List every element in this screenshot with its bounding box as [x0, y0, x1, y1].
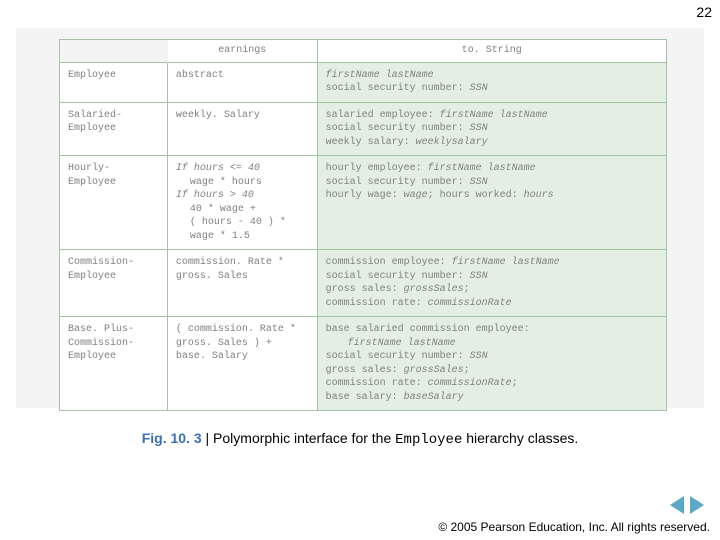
- table-row: Commission-Employeecommission. Rate *gro…: [60, 250, 667, 317]
- header-earnings: earnings: [168, 40, 318, 63]
- tostring-cell: salaried employee: firstName lastNamesoc…: [318, 103, 667, 157]
- caption-post: hierarchy classes.: [462, 430, 578, 446]
- prev-arrow-icon[interactable]: [670, 496, 684, 514]
- table-row: Base. Plus-Commission-Employee( commissi…: [60, 317, 667, 411]
- table-header-row: earnings to. String: [60, 40, 667, 63]
- header-tostring: to. String: [318, 40, 667, 63]
- tostring-cell: base salaried commission employee:firstN…: [318, 317, 667, 411]
- earnings-cell: ( commission. Rate *gross. Sales ) +base…: [168, 317, 318, 411]
- class-name-cell: Commission-Employee: [60, 250, 168, 317]
- earnings-cell: If hours <= 40wage * hoursIf hours > 404…: [168, 156, 318, 250]
- table-row: Salaried-Employeeweekly. Salarysalaried …: [60, 103, 667, 157]
- figure-caption: Fig. 10. 3 | Polymorphic interface for t…: [0, 430, 720, 448]
- figure-number: Fig. 10. 3: [142, 430, 202, 446]
- caption-sep: |: [202, 430, 213, 446]
- nav-arrows: [670, 496, 704, 514]
- class-name-cell: Employee: [60, 63, 168, 103]
- earnings-cell: commission. Rate *gross. Sales: [168, 250, 318, 317]
- page-number: 22: [696, 4, 712, 20]
- header-blank: [60, 40, 168, 63]
- class-name-cell: Base. Plus-Commission-Employee: [60, 317, 168, 411]
- caption-code: Employee: [395, 432, 462, 448]
- tostring-cell: commission employee: firstName lastNames…: [318, 250, 667, 317]
- caption-pre: Polymorphic interface for the: [213, 430, 395, 446]
- class-name-cell: Salaried-Employee: [60, 103, 168, 157]
- tostring-cell: hourly employee: firstName lastNamesocia…: [318, 156, 667, 250]
- slide-background: earnings to. String Employeeabstractfirs…: [16, 28, 704, 408]
- polymorphism-table: earnings to. String Employeeabstractfirs…: [59, 39, 667, 411]
- copyright-text: © 2005 Pearson Education, Inc. All right…: [438, 520, 710, 534]
- tostring-cell: firstName lastNamesocial security number…: [318, 63, 667, 103]
- earnings-cell: weekly. Salary: [168, 103, 318, 157]
- next-arrow-icon[interactable]: [690, 496, 704, 514]
- class-name-cell: Hourly-Employee: [60, 156, 168, 250]
- table-row: EmployeeabstractfirstName lastNamesocial…: [60, 63, 667, 103]
- earnings-cell: abstract: [168, 63, 318, 103]
- table-row: Hourly-EmployeeIf hours <= 40wage * hour…: [60, 156, 667, 250]
